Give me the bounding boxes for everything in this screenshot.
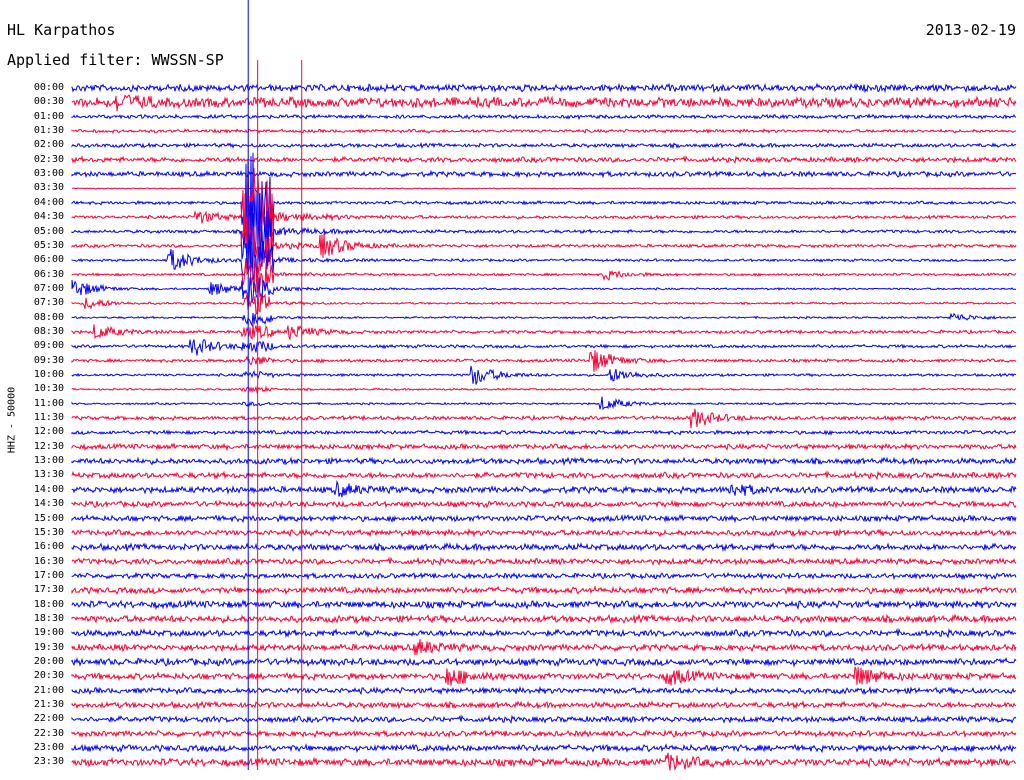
trace-row bbox=[71, 714, 1017, 725]
trace-row bbox=[71, 169, 1017, 179]
trace-row bbox=[71, 613, 1017, 625]
trace-row bbox=[71, 571, 1017, 581]
trace-row bbox=[71, 585, 1017, 596]
trace-row bbox=[71, 639, 1017, 656]
trace-row bbox=[71, 82, 1017, 94]
trace-row bbox=[71, 442, 1017, 452]
trace-row bbox=[71, 167, 1017, 266]
trace-row bbox=[71, 113, 1017, 121]
trace-row bbox=[71, 385, 1017, 394]
trace-row bbox=[71, 339, 1017, 356]
trace-row bbox=[71, 428, 1017, 436]
trace-row bbox=[71, 666, 1017, 686]
trace-row bbox=[71, 470, 1017, 481]
trace-row bbox=[71, 152, 1017, 265]
trace-row bbox=[71, 365, 1017, 385]
trace-row bbox=[71, 94, 1017, 112]
trace-row bbox=[71, 215, 1017, 273]
trace-row bbox=[71, 542, 1017, 553]
trace-row bbox=[71, 324, 1017, 341]
trace-row bbox=[71, 396, 1017, 411]
trace-row bbox=[71, 627, 1017, 639]
trace-row bbox=[71, 141, 1017, 150]
trace-row bbox=[71, 656, 1017, 668]
helicorder-plot bbox=[71, 0, 1017, 771]
trace-row bbox=[71, 556, 1017, 567]
trace-row bbox=[71, 187, 1017, 190]
trace-row bbox=[71, 599, 1017, 611]
trace-row bbox=[71, 128, 1017, 135]
trace-row bbox=[71, 729, 1017, 739]
trace-row bbox=[71, 456, 1017, 467]
trace-row bbox=[71, 277, 1017, 303]
trace-row bbox=[71, 155, 1017, 164]
trace-row bbox=[71, 312, 1017, 327]
trace-row bbox=[71, 685, 1017, 696]
trace-row bbox=[71, 527, 1017, 538]
trace-row bbox=[71, 479, 1017, 498]
trace-row bbox=[71, 752, 1016, 771]
trace-row bbox=[71, 513, 1017, 524]
trace-row bbox=[71, 408, 1017, 429]
trace-row bbox=[71, 499, 1017, 509]
trace-row bbox=[71, 700, 1017, 711]
trace-row bbox=[71, 293, 1017, 316]
trace-row bbox=[71, 742, 1017, 754]
trace-row bbox=[71, 350, 1017, 372]
